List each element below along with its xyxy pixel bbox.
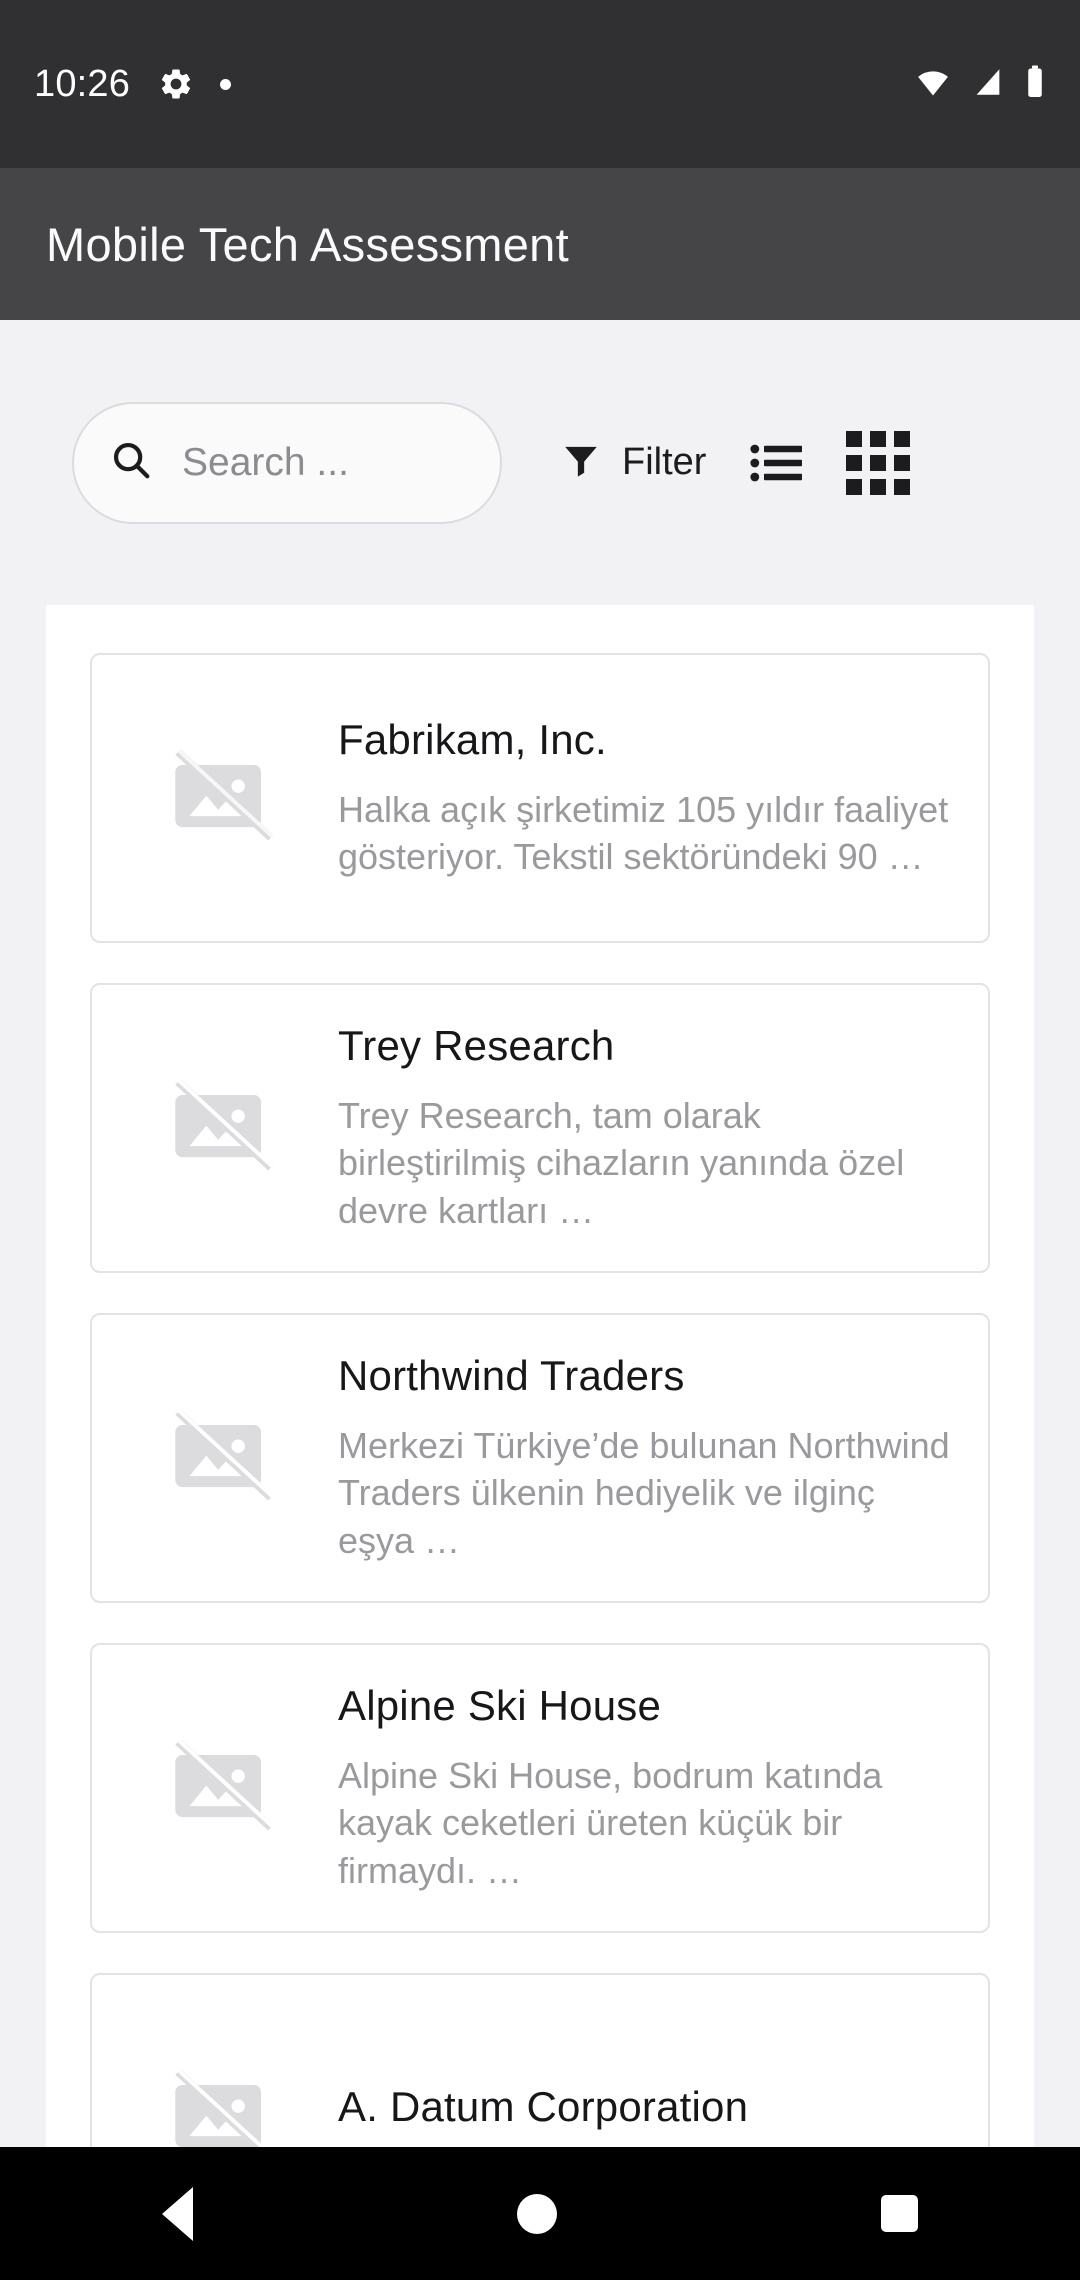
status-bar: 10:26 xyxy=(0,0,1080,168)
list-item[interactable]: Alpine Ski House Alpine Ski House, bodru… xyxy=(90,1643,990,1933)
filter-funnel-icon xyxy=(560,439,602,486)
list-item-body: A. Datum Corporation xyxy=(334,2083,958,2150)
wifi-icon xyxy=(914,65,952,104)
grid-view-button[interactable] xyxy=(846,430,911,495)
list-item-body: Trey Research Trey Research, tam olarak … xyxy=(334,1022,958,1233)
search-icon xyxy=(108,437,154,488)
filter-button[interactable]: Filter xyxy=(560,439,706,486)
toolbar-actions: Filter xyxy=(560,430,911,495)
search-placeholder: Search ... xyxy=(182,440,349,484)
status-bar-system-icons xyxy=(914,64,1046,105)
list-view-button[interactable] xyxy=(750,441,803,485)
dot-indicator-icon xyxy=(220,78,232,90)
list-item-title: Fabrikam, Inc. xyxy=(338,715,607,763)
cellular-signal-icon xyxy=(970,65,1006,104)
list-item-description: Alpine Ski House, bodrum katında kayak c… xyxy=(338,1755,883,1891)
back-button-icon[interactable] xyxy=(162,2186,193,2241)
phone-screen: 10:26 Mobile Tech Assessment Search ... … xyxy=(0,0,1080,2280)
list-item-title: Trey Research xyxy=(338,1022,615,1070)
broken-image-icon xyxy=(122,1076,334,1180)
broken-image-icon xyxy=(122,746,334,850)
list-item-description: Halka açık şirketimiz 105 yıldır faaliye… xyxy=(338,788,949,877)
gear-icon xyxy=(158,66,194,102)
list-item[interactable]: Trey Research Trey Research, tam olarak … xyxy=(90,983,990,1273)
list-item[interactable]: A. Datum Corporation xyxy=(90,1973,990,2150)
list-item[interactable]: Fabrikam, Inc. Halka açık şirketimiz 105… xyxy=(90,653,990,943)
search-input[interactable]: Search ... xyxy=(72,401,502,524)
recents-button-icon[interactable] xyxy=(881,2195,918,2232)
list-item-body: Northwind Traders Merkezi Türkiye’de bul… xyxy=(334,1352,958,1563)
list-view-icon xyxy=(750,441,803,485)
filter-label: Filter xyxy=(622,441,707,483)
home-button-icon[interactable] xyxy=(517,2193,557,2234)
list-item-description: Merkezi Türkiye’de bulunan Northwind Tra… xyxy=(338,1425,950,1561)
page-title: Mobile Tech Assessment xyxy=(46,217,569,271)
broken-image-icon xyxy=(122,1406,334,1510)
list-item-body: Fabrikam, Inc. Halka açık şirketimiz 105… xyxy=(334,716,958,880)
list-item-description: Trey Research, tam olarak birleştirilmiş… xyxy=(338,1095,905,1231)
list-item-title: Northwind Traders xyxy=(338,1352,685,1400)
list-item-body: Alpine Ski House Alpine Ski House, bodru… xyxy=(334,1682,958,1893)
search-toolbar: Search ... Filter xyxy=(0,320,1080,605)
status-bar-clock: 10:26 xyxy=(34,63,131,105)
battery-icon xyxy=(1024,64,1046,105)
grid-view-icon xyxy=(846,430,911,495)
list-item-title: Alpine Ski House xyxy=(338,1682,662,1730)
list-item[interactable]: Northwind Traders Merkezi Türkiye’de bul… xyxy=(90,1313,990,1603)
android-navigation-bar xyxy=(0,2147,1080,2280)
status-bar-notification-icons xyxy=(158,66,232,102)
list-item-title: A. Datum Corporation xyxy=(338,2083,749,2130)
app-bar: Mobile Tech Assessment xyxy=(0,168,1080,320)
broken-image-icon xyxy=(122,1736,334,1840)
company-list[interactable]: Fabrikam, Inc. Halka açık şirketimiz 105… xyxy=(46,605,1034,2150)
broken-image-icon xyxy=(122,2066,334,2150)
